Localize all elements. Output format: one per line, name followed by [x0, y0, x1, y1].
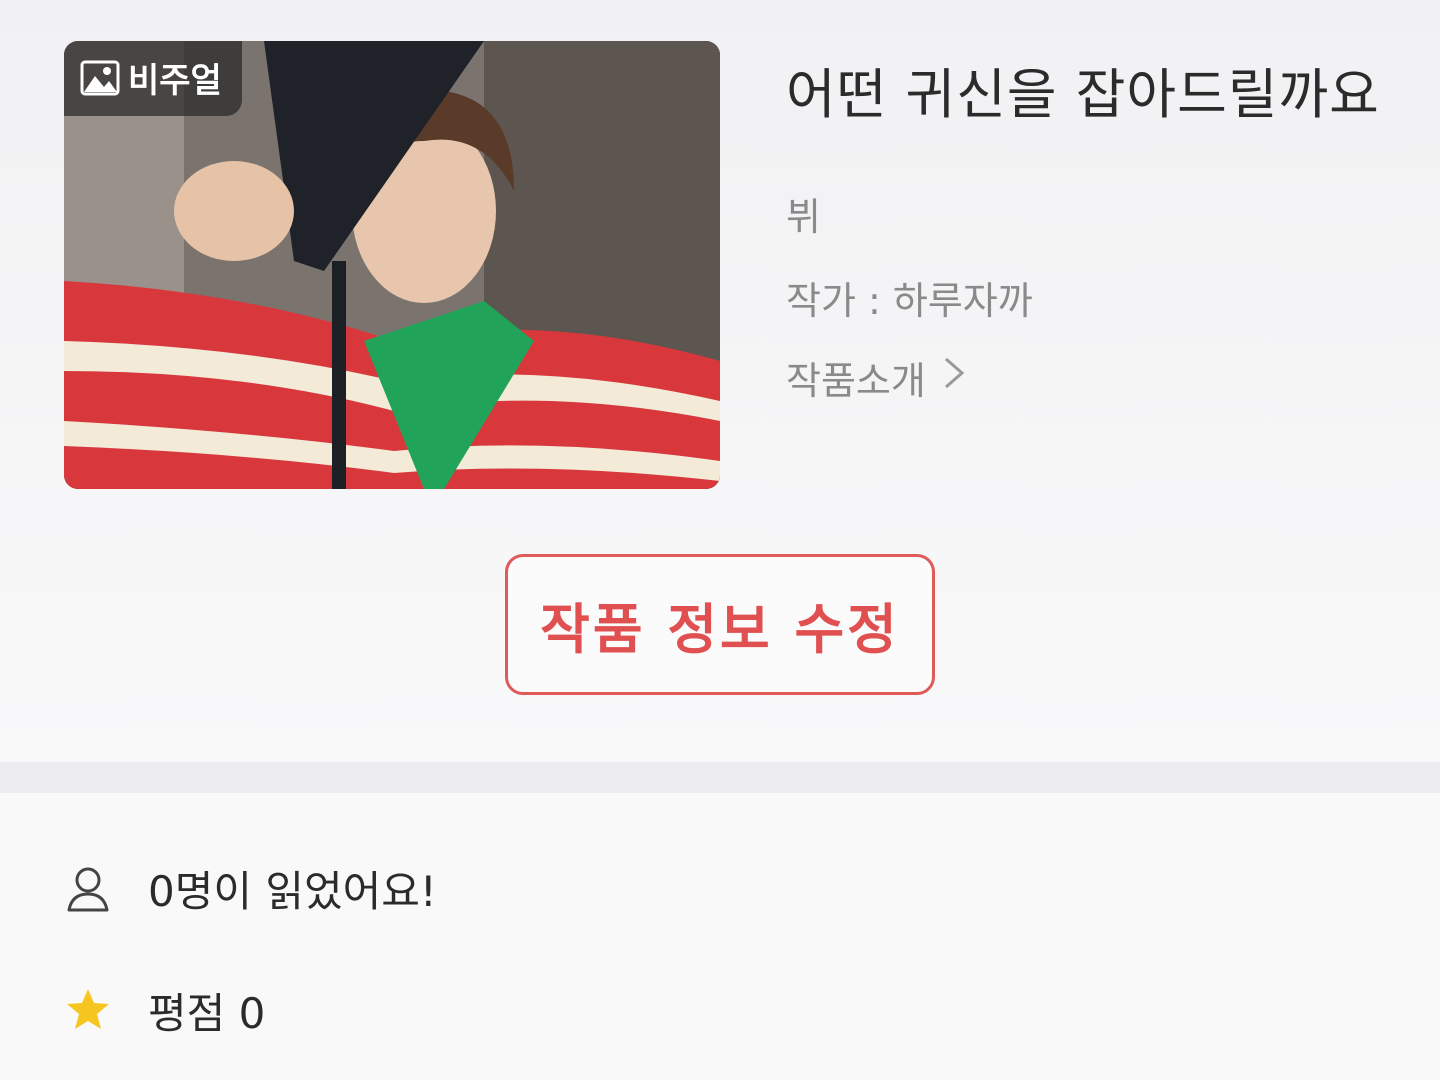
cover-image[interactable]: 비주얼	[64, 41, 720, 489]
rating-text: 평점 0	[148, 989, 266, 1038]
work-genre: 뷔	[786, 195, 821, 239]
edit-work-info-button[interactable]: 작품 정보 수정	[505, 554, 935, 695]
work-intro-link[interactable]: 작품소개	[786, 350, 966, 405]
section-divider	[0, 762, 1440, 793]
star-icon	[64, 986, 112, 1036]
person-icon	[64, 864, 112, 914]
image-icon	[80, 60, 120, 96]
work-title: 어떤 귀신을 잡아드릴까요	[786, 63, 1380, 126]
reads-text: 0명이 읽었어요!	[148, 867, 437, 916]
intro-label: 작품소개	[786, 359, 926, 403]
badge-label: 비주얼	[128, 61, 222, 101]
rating-stat: 평점 0	[64, 980, 265, 1041]
chevron-right-icon	[942, 353, 966, 403]
work-author: 작가 : 하루자까	[786, 279, 1033, 323]
visual-badge: 비주얼	[64, 41, 242, 116]
reads-stat: 0명이 읽었어요!	[64, 858, 437, 919]
